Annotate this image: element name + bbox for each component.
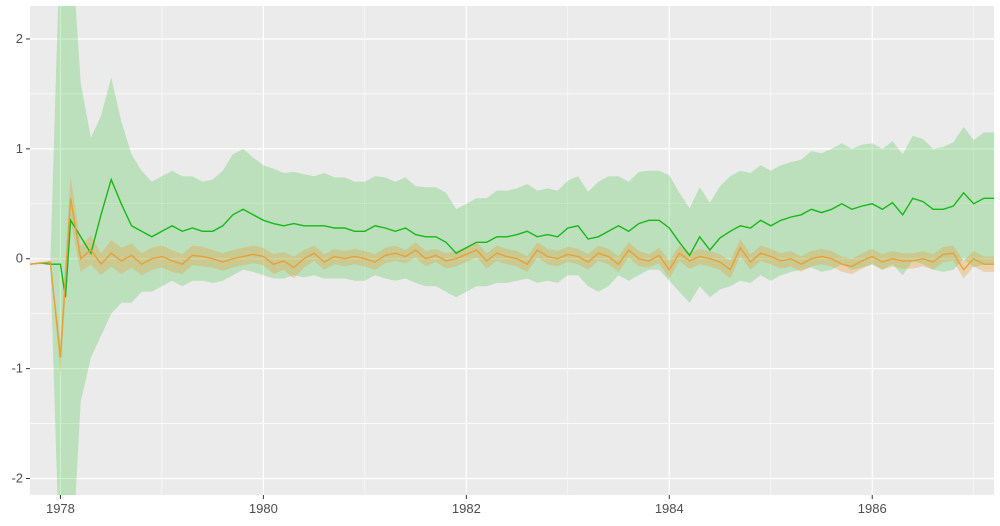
y-tick-label: -2: [11, 471, 23, 486]
y-tick-label: 2: [16, 31, 23, 46]
x-tick-label: 1982: [452, 501, 481, 516]
x-tick-label: 1986: [858, 501, 887, 516]
x-tick-label: 1984: [655, 501, 684, 516]
y-tick-label: -1: [11, 361, 23, 376]
chart-container: -2 -1 0 1 2 1978 1980 1982 1984 1986: [0, 0, 1000, 526]
chart-svg: -2 -1 0 1 2 1978 1980 1982 1984 1986: [0, 0, 1000, 526]
x-tick-label: 1978: [46, 501, 75, 516]
x-tick-label: 1980: [249, 501, 278, 516]
y-tick-label: 0: [16, 251, 23, 266]
y-tick-label: 1: [16, 141, 23, 156]
